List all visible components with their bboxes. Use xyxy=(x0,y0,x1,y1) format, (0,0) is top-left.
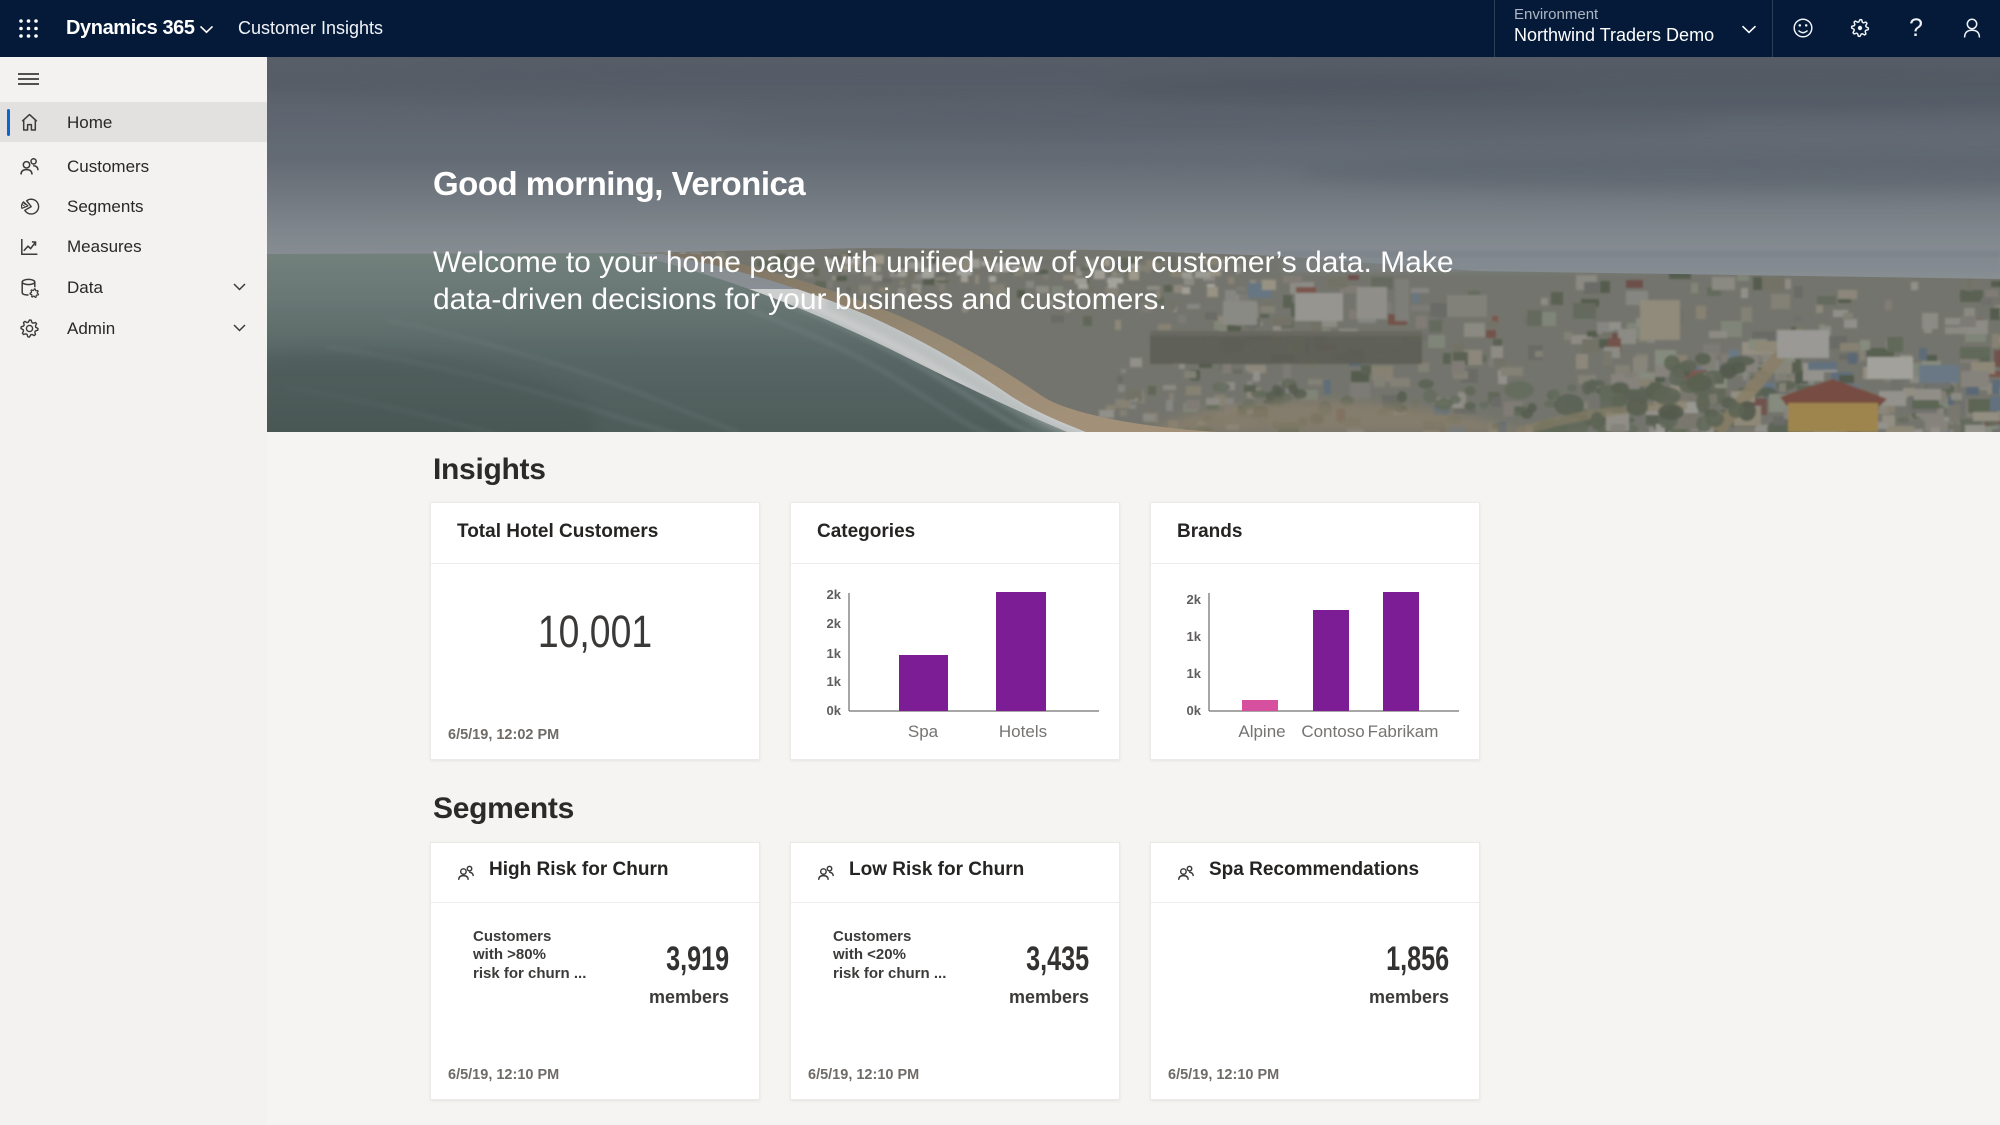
svg-text:2k: 2k xyxy=(827,587,842,602)
svg-text:Spa: Spa xyxy=(908,722,939,741)
svg-text:Contoso: Contoso xyxy=(1301,722,1364,741)
svg-text:Fabrikam: Fabrikam xyxy=(1368,722,1439,741)
svg-text:0k: 0k xyxy=(1187,703,1202,718)
svg-text:Hotels: Hotels xyxy=(999,722,1047,741)
svg-text:Alpine: Alpine xyxy=(1238,722,1285,741)
svg-text:2k: 2k xyxy=(1187,592,1202,607)
svg-text:1k: 1k xyxy=(1187,666,1202,681)
svg-text:1k: 1k xyxy=(1187,629,1202,644)
svg-text:0k: 0k xyxy=(827,703,842,718)
svg-text:2k: 2k xyxy=(827,616,842,631)
svg-text:1k: 1k xyxy=(827,646,842,661)
svg-text:1k: 1k xyxy=(827,674,842,689)
